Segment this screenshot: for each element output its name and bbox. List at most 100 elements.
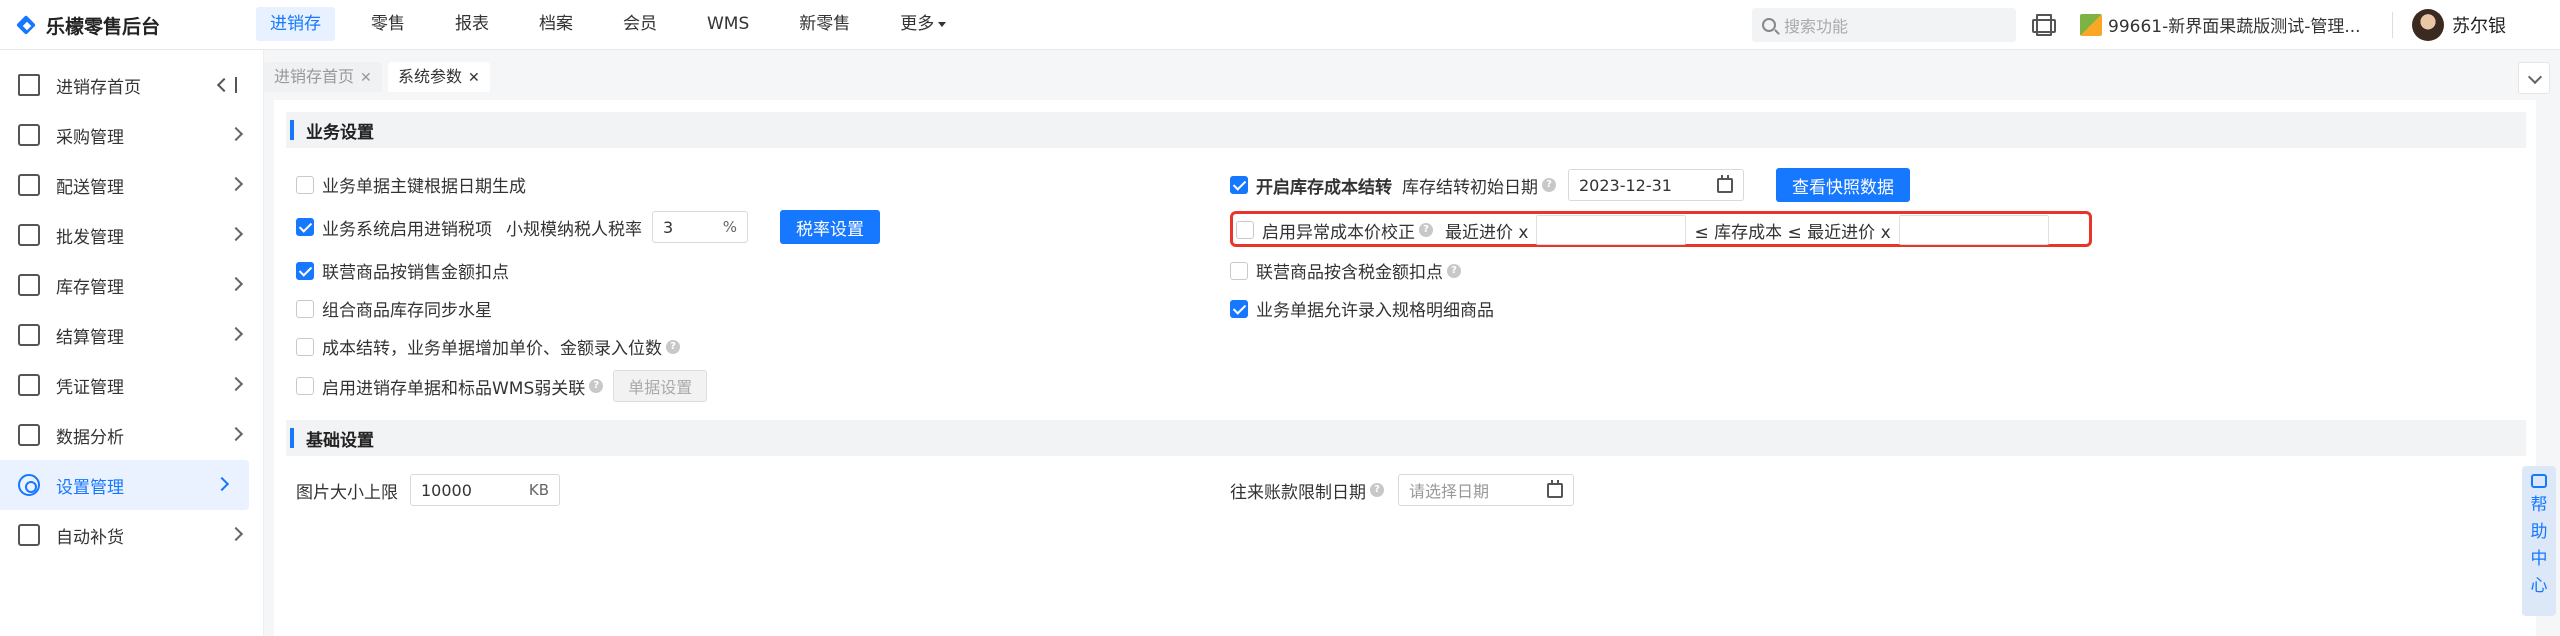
nav-wms[interactable]: WMS xyxy=(693,7,763,41)
user-menu[interactable]: 苏尔银 xyxy=(2412,9,2506,41)
sidebar-item-label: 结算管理 xyxy=(56,327,124,348)
account-limit-label: 往来账款限制日期 xyxy=(1230,482,1366,503)
sidebar-item-wholesale[interactable]: 批发管理 xyxy=(0,210,263,260)
initial-date-picker[interactable]: 2023-12-31 xyxy=(1568,169,1744,201)
tab-system-params[interactable]: 系统参数 ✕ xyxy=(388,62,490,92)
lower-ratio-input[interactable] xyxy=(1536,215,1687,245)
option-label: 业务单据允许录入规格明细商品 xyxy=(1256,301,1494,321)
option-joint-tax[interactable]: 联营商品按含税金额扣点 ? xyxy=(1230,258,1461,283)
help-question-icon[interactable]: ? xyxy=(666,339,680,354)
upper-ratio-input[interactable] xyxy=(1898,215,2049,245)
option-label: 联营商品按含税金额扣点 xyxy=(1256,263,1443,283)
sidebar-item-label: 进销存首页 xyxy=(56,77,141,98)
image-limit-input[interactable]: 10000 KB xyxy=(410,474,560,506)
chevron-right-icon xyxy=(228,326,244,342)
tax-settings-button[interactable]: 税率设置 xyxy=(780,210,880,244)
sidebar-item-home[interactable]: 进销存首页 xyxy=(0,60,263,110)
option-joint-sales[interactable]: 联营商品按销售金额扣点 xyxy=(296,258,509,283)
page-tabs: 进销存首页 ✕ 系统参数 ✕ xyxy=(264,60,2560,94)
help-question-icon[interactable]: ? xyxy=(589,379,604,393)
doc-settings-button[interactable]: 单据设置 xyxy=(613,370,708,402)
collapse-sidebar-icon[interactable] xyxy=(219,77,237,93)
initial-date-value: 2023-12-31 xyxy=(1579,175,1672,195)
help-question-icon[interactable]: ? xyxy=(1447,263,1461,278)
option-label: 组合商品库存同步水星 xyxy=(322,301,492,321)
option-doc-date-key[interactable]: 业务单据主键根据日期生成 xyxy=(296,172,526,197)
checkbox[interactable] xyxy=(296,337,314,356)
chat-icon xyxy=(2531,474,2547,488)
tabs-dropdown-button[interactable] xyxy=(2518,62,2550,94)
nav-new-retail[interactable]: 新零售 xyxy=(785,7,864,41)
chevron-right-icon xyxy=(228,426,244,442)
account-limit-date-picker[interactable]: 请选择日期 xyxy=(1398,474,1574,506)
option-stock-cost-carry: 开启库存成本结转 库存结转初始日期 ? 2023-12-31 查看快照数据 xyxy=(1230,168,1910,202)
chevron-right-icon xyxy=(228,226,244,242)
sidebar-item-voucher[interactable]: 凭证管理 xyxy=(0,360,263,410)
help-question-icon[interactable]: ? xyxy=(1419,223,1433,237)
checkbox[interactable] xyxy=(296,377,314,395)
section-basic: 基础设置 xyxy=(286,420,2526,456)
checkbox[interactable] xyxy=(1230,176,1248,194)
help-char: 中 xyxy=(2530,549,2548,569)
help-question-icon[interactable]: ? xyxy=(1542,178,1556,192)
checkbox[interactable] xyxy=(296,261,314,280)
image-limit-row: 图片大小上限 10000 KB xyxy=(296,474,560,506)
calendar-icon xyxy=(1547,480,1563,498)
close-icon[interactable]: ✕ xyxy=(468,70,480,86)
sidebar-item-inventory[interactable]: 库存管理 xyxy=(0,260,263,310)
tax-rate-unit: % xyxy=(722,218,737,236)
help-question-icon[interactable]: ? xyxy=(1370,483,1384,497)
chevron-right-icon xyxy=(228,126,244,142)
replenish-icon xyxy=(18,524,40,546)
view-snapshot-button[interactable]: 查看快照数据 xyxy=(1776,168,1910,202)
store-selector[interactable]: 99661-新界面果蔬版测试-管理... xyxy=(2080,12,2361,37)
help-center-button[interactable]: 帮 助 中 心 xyxy=(2522,466,2556,616)
checkbox[interactable] xyxy=(296,299,314,318)
checkbox[interactable] xyxy=(296,175,314,194)
option-cost-carry[interactable]: 成本结转，业务单据增加单价、金额录入位数 ? xyxy=(296,334,680,359)
sidebar-item-settlement[interactable]: 结算管理 xyxy=(0,310,263,360)
print-icon[interactable] xyxy=(2030,13,2056,36)
section-title: 基础设置 xyxy=(306,430,374,451)
checkbox[interactable] xyxy=(1230,299,1248,318)
account-limit-row: 往来账款限制日期 ? 请选择日期 xyxy=(1230,474,1574,506)
tab-jxc-home[interactable]: 进销存首页 ✕ xyxy=(264,62,382,92)
checkbox[interactable] xyxy=(296,218,314,236)
nav-archives[interactable]: 档案 xyxy=(525,7,587,41)
option-combo-stock[interactable]: 组合商品库存同步水星 xyxy=(296,296,492,321)
chevron-right-icon xyxy=(228,276,244,292)
store-name: 99661-新界面果蔬版测试-管理... xyxy=(2108,17,2361,37)
nav-jxc[interactable]: 进销存 xyxy=(256,7,335,41)
tab-label: 进销存首页 xyxy=(274,67,355,86)
nav-members[interactable]: 会员 xyxy=(609,7,671,41)
nav-reports[interactable]: 报表 xyxy=(441,7,503,41)
sidebar-item-label: 批发管理 xyxy=(56,227,124,248)
sidebar-item-label: 自动补货 xyxy=(56,527,124,548)
sidebar: 进销存首页 采购管理 配送管理 批发管理 库存管理 结算管理 凭证管理 数据分析 xyxy=(0,50,264,636)
image-limit-value: 10000 xyxy=(421,480,472,500)
user-name: 苏尔银 xyxy=(2452,16,2506,37)
settlement-icon xyxy=(18,324,40,346)
home-icon xyxy=(18,74,40,96)
checkbox[interactable] xyxy=(1230,261,1248,280)
sidebar-item-settings[interactable]: 设置管理 xyxy=(0,460,249,510)
sidebar-item-distribution[interactable]: 配送管理 xyxy=(0,160,263,210)
calendar-icon xyxy=(1717,175,1733,193)
checkbox[interactable] xyxy=(1236,221,1254,239)
nav-retail[interactable]: 零售 xyxy=(357,7,419,41)
section-business: 业务设置 xyxy=(286,112,2526,148)
option-spec-detail[interactable]: 业务单据允许录入规格明细商品 xyxy=(1230,296,1494,321)
sidebar-item-analytics[interactable]: 数据分析 xyxy=(0,410,263,460)
help-char: 助 xyxy=(2530,522,2548,542)
sidebar-item-purchase[interactable]: 采购管理 xyxy=(0,110,263,160)
option-label: 业务系统启用进销税项 xyxy=(322,219,492,240)
search-input[interactable]: 搜索功能 xyxy=(1752,8,2016,42)
tax-rate-input[interactable]: 3 % xyxy=(652,211,748,243)
app-logo[interactable]: 乐檬零售后台 xyxy=(16,12,160,39)
sidebar-item-label: 设置管理 xyxy=(56,477,124,498)
wholesale-icon xyxy=(18,224,40,246)
close-icon[interactable]: ✕ xyxy=(360,70,372,86)
voucher-icon xyxy=(18,374,40,396)
sidebar-item-replenish[interactable]: 自动补货 xyxy=(0,510,263,560)
nav-more[interactable]: 更多 xyxy=(886,7,960,41)
